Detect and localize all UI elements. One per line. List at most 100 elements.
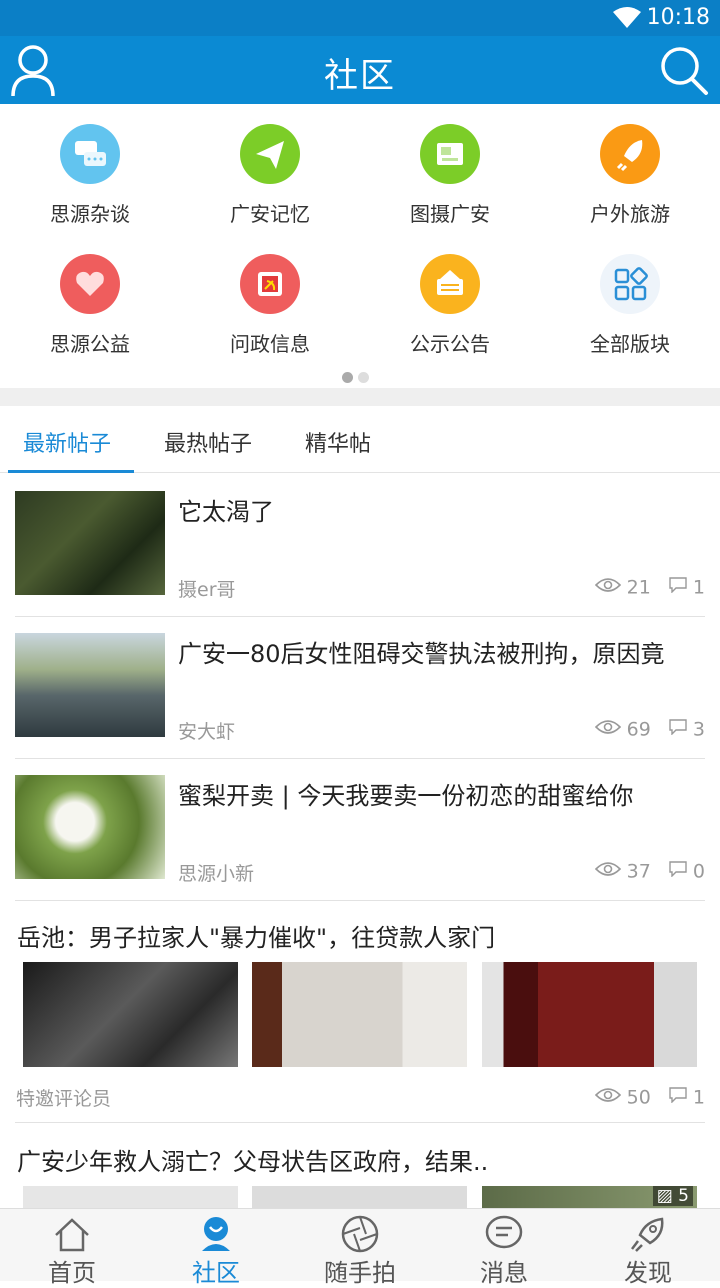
nav-label: 社区 — [192, 1259, 240, 1287]
comment-icon — [669, 577, 687, 594]
bottom-nav: 首页 社区 随手拍 消息 发现 — [0, 1208, 720, 1287]
nav-messages[interactable]: 消息 — [432, 1209, 576, 1287]
section-label: 思源公益 — [50, 332, 130, 356]
divider — [0, 388, 720, 406]
nav-home[interactable]: 首页 — [0, 1209, 144, 1287]
section-label: 问政信息 — [230, 332, 310, 356]
section-item[interactable]: 图摄广安 — [360, 106, 540, 227]
page-title: 社区 — [324, 56, 396, 96]
community-icon — [202, 1217, 230, 1251]
eye-icon — [594, 720, 621, 734]
post-tabs: 最新帖子 最热帖子 精华帖 — [0, 406, 720, 473]
tab-featured[interactable]: 精华帖 — [305, 426, 371, 458]
post-title: 它太渴了 — [178, 498, 274, 526]
comment-icon — [669, 861, 687, 878]
title-bar: 社区 — [0, 36, 720, 104]
comment-count: 0 — [692, 860, 705, 883]
wifi-icon — [613, 7, 641, 28]
view-count: 21 — [626, 576, 651, 599]
page-indicator — [342, 368, 374, 387]
section-label: 户外旅游 — [590, 202, 670, 226]
post-item[interactable]: 它太渴了 摄er哥 21 1 — [15, 474, 705, 617]
nav-label: 随手拍 — [324, 1259, 396, 1287]
post-title: 蜜梨开卖 | 今天我要卖一份初恋的甜蜜给你 — [178, 782, 634, 810]
post-image — [252, 1186, 467, 1208]
page-dot-active — [342, 372, 353, 383]
post-stats: 50 1 — [594, 1086, 705, 1109]
view-count: 50 — [626, 1086, 651, 1109]
tab-latest[interactable]: 最新帖子 — [23, 426, 111, 458]
nav-label: 消息 — [480, 1259, 528, 1287]
post-thumbnail — [15, 633, 165, 737]
tab-indicator — [8, 470, 134, 473]
section-label: 思源杂谈 — [50, 202, 130, 226]
section-label: 广安记忆 — [230, 202, 310, 226]
comment-icon — [669, 719, 687, 736]
nav-snapshot[interactable]: 随手拍 — [288, 1209, 432, 1287]
post-item[interactable]: 广安一80后女性阻碍交警执法被刑拘，原因竟 安大虾 69 3 — [15, 616, 705, 759]
post-image: ▨ 5 — [482, 1186, 697, 1208]
post-stats: 69 3 — [594, 718, 705, 741]
image-count: 5 — [678, 1186, 689, 1206]
eye-icon — [594, 1088, 621, 1102]
camera-aperture-icon — [341, 1215, 379, 1253]
post-title: 广安少年救人溺亡？父母状告区政府，结果.. — [17, 1148, 489, 1176]
section-item[interactable]: 公示公告 — [360, 236, 540, 357]
comment-icon — [669, 1087, 687, 1104]
rocket-icon — [600, 124, 660, 184]
post-stats: 37 0 — [594, 860, 705, 883]
image-count-badge: ▨ 5 — [652, 1186, 693, 1206]
page-dot — [358, 372, 369, 383]
image-icon: ▨ — [656, 1186, 673, 1206]
post-author: 思源小新 — [178, 863, 255, 885]
tab-hot[interactable]: 最热帖子 — [164, 426, 252, 458]
post-thumbnail — [15, 775, 165, 879]
post-stats: 21 1 — [594, 576, 705, 599]
nav-community[interactable]: 社区 — [144, 1209, 288, 1287]
heart-icon — [60, 254, 120, 314]
post-image — [482, 962, 697, 1067]
status-time: 10:18 — [646, 5, 710, 30]
post-author: 特邀评论员 — [16, 1088, 112, 1110]
comment-count: 1 — [692, 576, 705, 599]
post-author: 摄er哥 — [178, 579, 236, 601]
post-author: 安大虾 — [178, 721, 236, 743]
section-item[interactable]: 思源公益 — [0, 236, 180, 357]
chat-bubbles-icon — [60, 124, 120, 184]
section-label: 图摄广安 — [410, 202, 490, 226]
grid-icon — [600, 254, 660, 314]
eye-icon — [594, 862, 621, 876]
section-label: 全部版块 — [590, 332, 670, 356]
section-item[interactable]: 问政信息 — [180, 236, 360, 357]
home-icon — [55, 1218, 89, 1252]
rocket-icon — [631, 1217, 664, 1252]
nav-discover[interactable]: 发现 — [576, 1209, 720, 1287]
message-icon — [485, 1215, 523, 1249]
section-item[interactable]: 广安记忆 — [180, 106, 360, 227]
status-bar: 10:18 — [0, 0, 720, 36]
search-icon[interactable] — [658, 42, 710, 98]
paper-plane-icon — [240, 124, 300, 184]
post-image — [23, 1186, 238, 1208]
party-emblem-icon — [240, 254, 300, 314]
post-image — [23, 962, 238, 1067]
view-count: 69 — [626, 718, 651, 741]
comment-count: 3 — [692, 718, 705, 741]
section-grid: 思源杂谈 广安记忆 图摄广安 户外旅游 思源公益 问政信息 公示公告 全部版块 — [0, 104, 720, 388]
post-item[interactable]: 岳池：男子拉家人"暴力催收"，往贷款人家门 特邀评论员 50 1 — [15, 900, 705, 1123]
comment-count: 1 — [692, 1086, 705, 1109]
post-image — [252, 962, 467, 1067]
section-item[interactable]: 全部版块 — [540, 236, 720, 357]
notice-board-icon — [420, 254, 480, 314]
section-item[interactable]: 思源杂谈 — [0, 106, 180, 227]
post-item[interactable]: 蜜梨开卖 | 今天我要卖一份初恋的甜蜜给你 思源小新 37 0 — [15, 758, 705, 901]
nav-label: 首页 — [48, 1259, 96, 1287]
section-label: 公示公告 — [410, 332, 490, 356]
post-title: 岳池：男子拉家人"暴力催收"，往贷款人家门 — [17, 924, 496, 952]
nav-label: 发现 — [624, 1259, 672, 1287]
photo-icon — [420, 124, 480, 184]
post-item[interactable]: 广安少年救人溺亡？父母状告区政府，结果.. ▨ 5 — [15, 1122, 705, 1208]
post-thumbnail — [15, 491, 165, 595]
section-item[interactable]: 户外旅游 — [540, 106, 720, 227]
view-count: 37 — [626, 860, 651, 883]
